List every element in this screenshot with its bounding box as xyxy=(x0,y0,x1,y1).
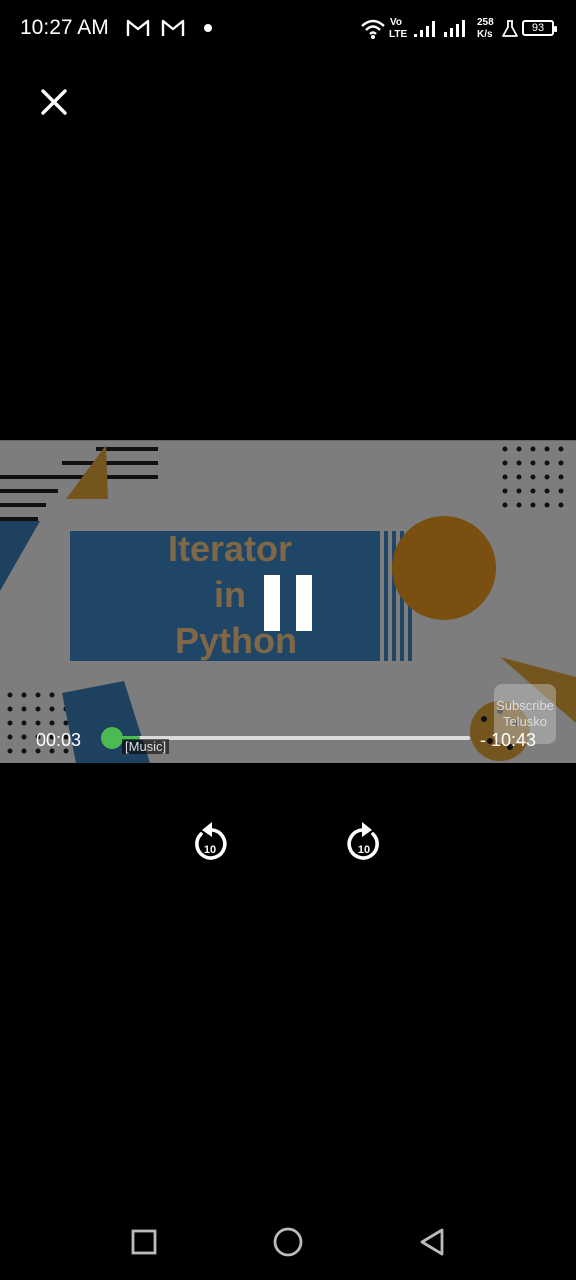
network-type-bottom: LTE xyxy=(389,29,408,40)
pause-button[interactable] xyxy=(264,575,312,631)
recents-square-icon[interactable] xyxy=(120,1218,168,1266)
back-triangle-icon[interactable] xyxy=(408,1218,456,1266)
speed-value: 258 xyxy=(477,17,494,28)
status-bar: 10:27 AM Vo LTE 258 K/s 93 xyxy=(0,0,576,60)
battery-icon: 93 xyxy=(522,20,557,36)
pause-icon-bar xyxy=(296,575,312,631)
wifi-icon xyxy=(361,19,385,39)
network-type-top: Vo xyxy=(390,17,403,28)
system-nav-bar xyxy=(0,1210,576,1274)
notification-dot xyxy=(204,24,212,32)
signal-icon xyxy=(414,21,435,37)
watermark-line-1: Subscribe xyxy=(496,698,554,713)
signal-icon xyxy=(444,20,465,37)
gmail-icon xyxy=(126,19,150,36)
rewind-10-button[interactable]: 10 xyxy=(190,820,230,866)
speed-unit: K/s xyxy=(477,29,493,40)
pause-icon xyxy=(264,575,280,631)
close-icon[interactable] xyxy=(36,84,72,120)
gmail-icon xyxy=(161,19,185,36)
current-time: 00:03 xyxy=(36,730,82,750)
remaining-time: - 10:43 xyxy=(480,730,537,750)
watermark-line-2: Telusko xyxy=(502,714,548,729)
video-player[interactable]: Iterator in Python Subscribe Telusko 00:… xyxy=(0,440,576,763)
caption-text: [Music] xyxy=(122,739,170,754)
battery-level: 93 xyxy=(531,22,545,34)
forward-label: 10 xyxy=(358,844,370,856)
lab-flask-icon xyxy=(502,20,518,37)
status-time: 10:27 AM xyxy=(20,16,109,39)
home-circle-icon[interactable] xyxy=(264,1218,312,1266)
forward-10-button[interactable]: 10 xyxy=(344,820,384,866)
rewind-label: 10 xyxy=(204,844,216,856)
seek-thumb[interactable] xyxy=(100,727,123,749)
